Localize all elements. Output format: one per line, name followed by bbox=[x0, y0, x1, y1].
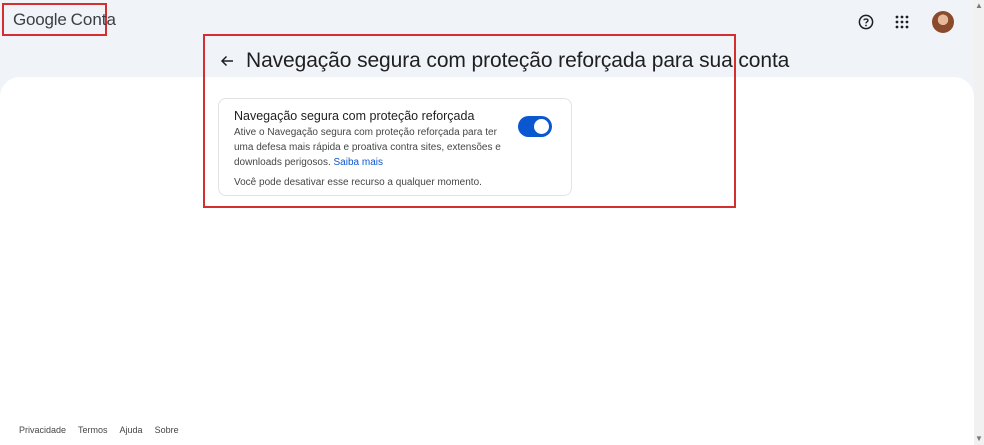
footer-link-privacy[interactable]: Privacidade bbox=[19, 425, 66, 435]
header-actions bbox=[854, 10, 954, 34]
apps-grid-icon[interactable] bbox=[890, 10, 914, 34]
google-account-logo[interactable]: Google Conta bbox=[2, 3, 116, 36]
logo-google-text: Google bbox=[13, 9, 67, 29]
learn-more-link[interactable]: Saiba mais bbox=[334, 157, 383, 168]
toggle-knob bbox=[534, 119, 549, 134]
back-arrow-icon[interactable] bbox=[216, 50, 238, 72]
card-note: Você pode desativar esse recurso a qualq… bbox=[234, 177, 482, 188]
enhanced-safe-browsing-card: Navegação segura com proteção reforçada … bbox=[218, 98, 572, 196]
scroll-up-icon[interactable]: ▲ bbox=[975, 2, 983, 10]
footer-link-terms[interactable]: Termos bbox=[78, 425, 108, 435]
vertical-scrollbar[interactable]: ▲ ▼ bbox=[974, 0, 984, 445]
page-header: Navegação segura com proteção reforçada … bbox=[216, 47, 789, 75]
card-description: Ative o Navegação segura com proteção re… bbox=[234, 125, 514, 170]
footer-link-about[interactable]: Sobre bbox=[155, 425, 179, 435]
help-icon[interactable] bbox=[854, 10, 878, 34]
scroll-down-icon[interactable]: ▼ bbox=[975, 435, 983, 443]
card-title: Navegação segura com proteção reforçada bbox=[234, 109, 475, 123]
enhanced-protection-toggle[interactable] bbox=[518, 116, 552, 137]
footer: Privacidade Termos Ajuda Sobre bbox=[19, 425, 179, 435]
footer-link-help[interactable]: Ajuda bbox=[120, 425, 143, 435]
avatar[interactable] bbox=[932, 11, 954, 33]
logo-product-text: Conta bbox=[70, 9, 116, 29]
page-title: Navegação segura com proteção reforçada … bbox=[246, 49, 790, 72]
